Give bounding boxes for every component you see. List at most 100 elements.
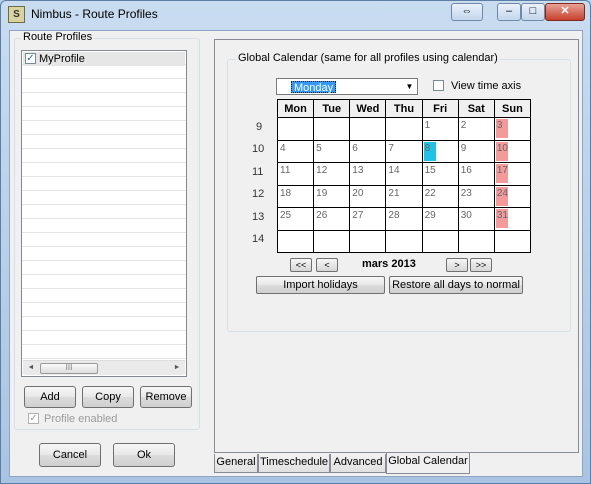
calendar-day[interactable]: 5 — [314, 141, 349, 163]
calendar-day[interactable] — [386, 118, 421, 140]
calendar-day-cell[interactable]: 2 — [457, 117, 495, 141]
view-time-axis-checkbox[interactable] — [433, 80, 444, 91]
calendar-day[interactable] — [459, 231, 494, 253]
cancel-button[interactable]: Cancel — [39, 443, 101, 467]
scroll-right-icon[interactable]: ► — [170, 362, 184, 374]
calendar-day[interactable]: 19 — [314, 186, 349, 208]
calendar-day-cell[interactable] — [276, 117, 315, 141]
tab-advanced[interactable]: Advanced — [330, 454, 386, 473]
calendar-day-cell[interactable] — [349, 229, 387, 253]
calendar-day-cell[interactable] — [276, 229, 315, 253]
prev-month-button[interactable]: < — [316, 258, 338, 272]
scroll-thumb[interactable]: III — [40, 363, 98, 374]
calendar-day-cell[interactable]: 25 — [276, 207, 315, 231]
calendar-day[interactable]: 9 — [459, 141, 494, 163]
calendar-day-cell[interactable]: 7 — [385, 139, 423, 163]
calendar-day-cell[interactable] — [385, 229, 423, 253]
calendar-day[interactable] — [350, 118, 385, 140]
calendar-day-cell[interactable]: 8 — [421, 139, 459, 163]
tab-general[interactable]: General — [214, 454, 258, 473]
calendar-day-cell[interactable] — [421, 229, 459, 253]
import-holidays-button[interactable]: Import holidays — [256, 276, 385, 294]
calendar-day-cell[interactable]: 3 — [493, 117, 532, 141]
calendar-day[interactable]: 12 — [314, 163, 349, 185]
calendar-day[interactable]: 1 — [423, 118, 458, 140]
calendar-day-cell[interactable]: 30 — [457, 207, 495, 231]
calendar-day-cell[interactable]: 12 — [313, 162, 351, 186]
profile-enabled-checkbox[interactable]: ✓ — [28, 413, 39, 424]
tab-timeschedule[interactable]: Timeschedule — [258, 454, 330, 473]
calendar-day[interactable]: 2 — [459, 118, 494, 140]
chevron-down-icon[interactable]: ▼ — [403, 80, 416, 93]
calendar-day[interactable] — [495, 231, 530, 253]
calendar-day[interactable]: 23 — [459, 186, 494, 208]
calendar-day[interactable] — [386, 231, 421, 253]
calendar-day[interactable] — [278, 118, 313, 140]
calendar-day[interactable]: 24 — [495, 186, 530, 208]
calendar-day[interactable]: 16 — [459, 163, 494, 185]
calendar-day[interactable]: 8 — [423, 141, 458, 163]
calendar-day[interactable]: 6 — [350, 141, 385, 163]
profile-checkbox[interactable]: ✓ — [25, 53, 36, 64]
calendar-day[interactable]: 20 — [350, 186, 385, 208]
profiles-list[interactable]: ✓ MyProfile ◄ III ► — [21, 50, 187, 377]
restore-arrows-button[interactable]: ⇔ — [451, 3, 483, 21]
calendar-day-cell[interactable]: 1 — [421, 117, 459, 141]
next-year-button[interactable]: >> — [470, 258, 492, 272]
calendar-day-cell[interactable]: 26 — [313, 207, 351, 231]
calendar-day[interactable]: 17 — [495, 163, 530, 185]
calendar-day-cell[interactable]: 17 — [493, 162, 532, 186]
calendar-day[interactable]: 4 — [278, 141, 313, 163]
calendar-day-cell[interactable]: 9 — [457, 139, 495, 163]
calendar-day[interactable]: 21 — [386, 186, 421, 208]
calendar-day-cell[interactable]: 11 — [276, 162, 315, 186]
calendar-day[interactable]: 13 — [350, 163, 385, 185]
calendar-day-cell[interactable] — [313, 229, 351, 253]
calendar-day[interactable]: 10 — [495, 141, 530, 163]
prev-year-button[interactable]: << — [290, 258, 312, 272]
calendar-day-cell[interactable]: 6 — [349, 139, 387, 163]
copy-profile-button[interactable]: Copy — [82, 386, 134, 408]
calendar-day-cell[interactable] — [313, 117, 351, 141]
calendar-day[interactable]: 14 — [386, 163, 421, 185]
calendar-day-cell[interactable] — [493, 229, 532, 253]
next-month-button[interactable]: > — [446, 258, 468, 272]
calendar-day-cell[interactable]: 10 — [493, 139, 532, 163]
calendar-day[interactable]: 22 — [423, 186, 458, 208]
calendar-day-cell[interactable]: 24 — [493, 184, 532, 208]
calendar-day[interactable]: 27 — [350, 208, 385, 230]
calendar-day[interactable]: 30 — [459, 208, 494, 230]
calendar-day-cell[interactable]: 15 — [421, 162, 459, 186]
calendar-day-cell[interactable]: 21 — [385, 184, 423, 208]
calendar-day-cell[interactable]: 14 — [385, 162, 423, 186]
tab-global-calendar[interactable]: Global Calendar — [386, 453, 470, 474]
calendar-day[interactable] — [350, 231, 385, 253]
calendar-day-cell[interactable]: 19 — [313, 184, 351, 208]
calendar-day[interactable]: 29 — [423, 208, 458, 230]
calendar-day[interactable]: 15 — [423, 163, 458, 185]
calendar-day-cell[interactable] — [385, 117, 423, 141]
title-bar[interactable]: S Nimbus - Route Profiles ⇔ – □ ✕ — [1, 1, 590, 29]
calendar-day[interactable] — [314, 231, 349, 253]
calendar-day-cell[interactable]: 16 — [457, 162, 495, 186]
calendar-day[interactable] — [278, 231, 313, 253]
first-day-select[interactable]: Monday ▼ — [276, 78, 418, 95]
calendar-day[interactable]: 3 — [495, 118, 530, 140]
minimize-button[interactable]: – — [497, 3, 521, 21]
calendar-day[interactable]: 31 — [495, 208, 530, 230]
calendar-day-cell[interactable]: 23 — [457, 184, 495, 208]
close-button[interactable]: ✕ — [545, 3, 585, 21]
calendar-day-cell[interactable]: 22 — [421, 184, 459, 208]
calendar-day-cell[interactable] — [457, 229, 495, 253]
calendar-day-cell[interactable] — [349, 117, 387, 141]
remove-profile-button[interactable]: Remove — [140, 386, 192, 408]
scroll-left-icon[interactable]: ◄ — [24, 362, 38, 374]
calendar-day[interactable] — [423, 231, 458, 253]
calendar-day-cell[interactable]: 18 — [276, 184, 315, 208]
calendar-day-cell[interactable]: 28 — [385, 207, 423, 231]
maximize-button[interactable]: □ — [521, 3, 545, 21]
horizontal-scrollbar[interactable]: ◄ III ► — [23, 360, 185, 375]
calendar-day[interactable]: 7 — [386, 141, 421, 163]
calendar-day[interactable]: 26 — [314, 208, 349, 230]
calendar-day-cell[interactable]: 29 — [421, 207, 459, 231]
